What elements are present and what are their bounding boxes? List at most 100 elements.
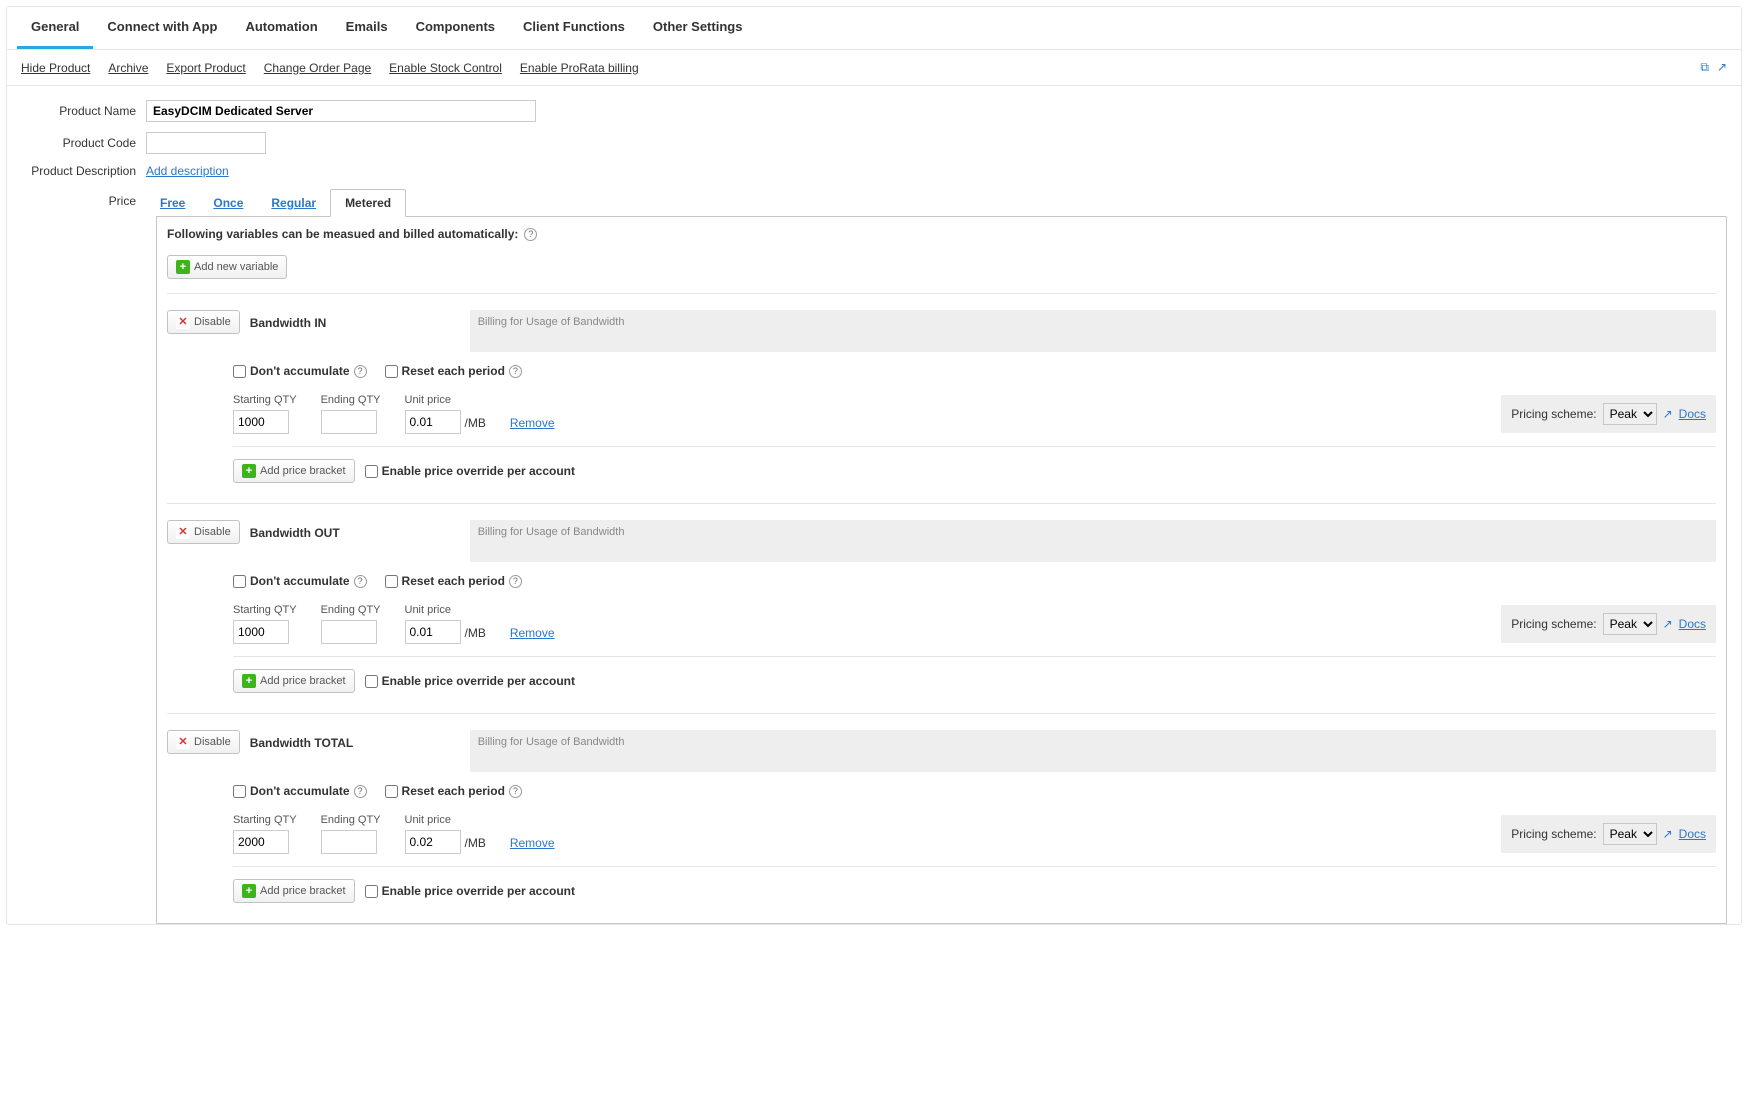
starting-qty-label: Starting QTY xyxy=(233,814,297,826)
metered-panel: Following variables can be measued and b… xyxy=(156,216,1727,924)
pricing-scheme-select[interactable]: Peak xyxy=(1603,823,1657,845)
variable-title: Bandwidth IN xyxy=(250,310,460,330)
copy-icon[interactable]: ⧉ xyxy=(1700,60,1709,75)
pricing-scheme-label: Pricing scheme: xyxy=(1511,827,1596,841)
tab-components[interactable]: Components xyxy=(402,7,509,49)
disable-button[interactable]: ✕ Disable xyxy=(167,730,240,754)
help-icon[interactable]: ? xyxy=(354,785,367,798)
variable-block: ✕ Disable Bandwidth IN Billing for Usage… xyxy=(167,293,1716,503)
pricing-scheme-select[interactable]: Peak xyxy=(1603,613,1657,635)
unit-price-input[interactable] xyxy=(405,620,461,644)
product-code-label: Product Code xyxy=(21,136,146,150)
remove-bracket-link[interactable]: Remove xyxy=(510,626,555,644)
tab-general[interactable]: General xyxy=(17,7,93,49)
add-price-bracket-button[interactable]: + Add price bracket xyxy=(233,459,355,483)
price-tab-regular[interactable]: Regular xyxy=(257,190,330,216)
disable-label: Disable xyxy=(194,526,231,538)
tab-other-settings[interactable]: Other Settings xyxy=(639,7,757,49)
action-hide-product[interactable]: Hide Product xyxy=(21,61,90,75)
pricing-scheme-box: Pricing scheme: Peak ↗ Docs xyxy=(1501,605,1716,643)
tab-automation[interactable]: Automation xyxy=(231,7,331,49)
product-name-input[interactable] xyxy=(146,100,536,122)
action-archive[interactable]: Archive xyxy=(108,61,148,75)
pricing-scheme-label: Pricing scheme: xyxy=(1511,617,1596,631)
disable-button[interactable]: ✕ Disable xyxy=(167,310,240,334)
variable-description: Billing for Usage of Bandwidth xyxy=(470,520,1716,562)
unit-price-label: Unit price xyxy=(405,604,486,616)
add-price-bracket-button[interactable]: + Add price bracket xyxy=(233,669,355,693)
variable-title: Bandwidth OUT xyxy=(250,520,460,540)
plus-icon: + xyxy=(242,884,256,898)
pricing-scheme-box: Pricing scheme: Peak ↗ Docs xyxy=(1501,395,1716,433)
unit-price-input[interactable] xyxy=(405,410,461,434)
enable-override-checkbox[interactable]: Enable price override per account xyxy=(365,674,575,688)
tab-connect-with-app[interactable]: Connect with App xyxy=(93,7,231,49)
variable-block: ✕ Disable Bandwidth TOTAL Billing for Us… xyxy=(167,713,1716,923)
action-enable-stock-control[interactable]: Enable Stock Control xyxy=(389,61,502,75)
main-tabs: GeneralConnect with AppAutomationEmailsC… xyxy=(7,7,1741,50)
help-icon[interactable]: ? xyxy=(354,575,367,588)
docs-link[interactable]: Docs xyxy=(1679,827,1706,841)
enable-override-checkbox[interactable]: Enable price override per account xyxy=(365,884,575,898)
plus-icon: + xyxy=(176,260,190,274)
pricing-scheme-box: Pricing scheme: Peak ↗ Docs xyxy=(1501,815,1716,853)
ending-qty-label: Ending QTY xyxy=(321,604,381,616)
price-tab-metered[interactable]: Metered xyxy=(330,189,406,217)
tab-client-functions[interactable]: Client Functions xyxy=(509,7,639,49)
unit-price-input[interactable] xyxy=(405,830,461,854)
close-icon: ✕ xyxy=(176,315,190,329)
reset-each-period-checkbox[interactable]: Reset each period ? xyxy=(385,784,522,798)
add-description-link[interactable]: Add description xyxy=(146,164,229,178)
price-tab-free[interactable]: Free xyxy=(146,190,199,216)
action-change-order-page[interactable]: Change Order Page xyxy=(264,61,371,75)
product-desc-label: Product Description xyxy=(21,164,146,178)
ending-qty-input[interactable] xyxy=(321,410,377,434)
add-bracket-label: Add price bracket xyxy=(260,675,346,687)
tab-emails[interactable]: Emails xyxy=(332,7,402,49)
help-icon[interactable]: ? xyxy=(354,365,367,378)
disable-label: Disable xyxy=(194,736,231,748)
metered-info-text: Following variables can be measued and b… xyxy=(167,227,518,241)
starting-qty-input[interactable] xyxy=(233,620,289,644)
enable-override-checkbox[interactable]: Enable price override per account xyxy=(365,464,575,478)
plus-icon: + xyxy=(242,674,256,688)
action-export-product[interactable]: Export Product xyxy=(166,61,245,75)
action-enable-prorata-billing[interactable]: Enable ProRata billing xyxy=(520,61,639,75)
help-icon[interactable]: ? xyxy=(524,228,537,241)
dont-accumulate-checkbox[interactable]: Don't accumulate ? xyxy=(233,574,367,588)
help-icon[interactable]: ? xyxy=(509,785,522,798)
starting-qty-input[interactable] xyxy=(233,410,289,434)
ending-qty-label: Ending QTY xyxy=(321,814,381,826)
dont-accumulate-checkbox[interactable]: Don't accumulate ? xyxy=(233,784,367,798)
pricing-scheme-label: Pricing scheme: xyxy=(1511,407,1596,421)
help-icon[interactable]: ? xyxy=(509,365,522,378)
docs-link[interactable]: Docs xyxy=(1679,407,1706,421)
add-price-bracket-button[interactable]: + Add price bracket xyxy=(233,879,355,903)
plus-icon: + xyxy=(242,464,256,478)
price-label: Price xyxy=(21,188,146,208)
variable-block: ✕ Disable Bandwidth OUT Billing for Usag… xyxy=(167,503,1716,713)
unit-price-label: Unit price xyxy=(405,394,486,406)
docs-link[interactable]: Docs xyxy=(1679,617,1706,631)
external-link-icon[interactable]: ↗ xyxy=(1717,60,1727,75)
starting-qty-input[interactable] xyxy=(233,830,289,854)
add-new-variable-button[interactable]: + Add new variable xyxy=(167,255,287,279)
unit-text: /MB xyxy=(465,836,486,854)
disable-button[interactable]: ✕ Disable xyxy=(167,520,240,544)
product-code-input[interactable] xyxy=(146,132,266,154)
price-tab-once[interactable]: Once xyxy=(199,190,257,216)
remove-bracket-link[interactable]: Remove xyxy=(510,836,555,854)
ending-qty-input[interactable] xyxy=(321,620,377,644)
pricing-scheme-select[interactable]: Peak xyxy=(1603,403,1657,425)
add-bracket-label: Add price bracket xyxy=(260,465,346,477)
remove-bracket-link[interactable]: Remove xyxy=(510,416,555,434)
reset-each-period-checkbox[interactable]: Reset each period ? xyxy=(385,574,522,588)
help-icon[interactable]: ? xyxy=(509,575,522,588)
starting-qty-label: Starting QTY xyxy=(233,604,297,616)
ending-qty-input[interactable] xyxy=(321,830,377,854)
starting-qty-label: Starting QTY xyxy=(233,394,297,406)
dont-accumulate-checkbox[interactable]: Don't accumulate ? xyxy=(233,364,367,378)
reset-each-period-checkbox[interactable]: Reset each period ? xyxy=(385,364,522,378)
external-link-icon: ↗ xyxy=(1663,617,1673,631)
close-icon: ✕ xyxy=(176,735,190,749)
